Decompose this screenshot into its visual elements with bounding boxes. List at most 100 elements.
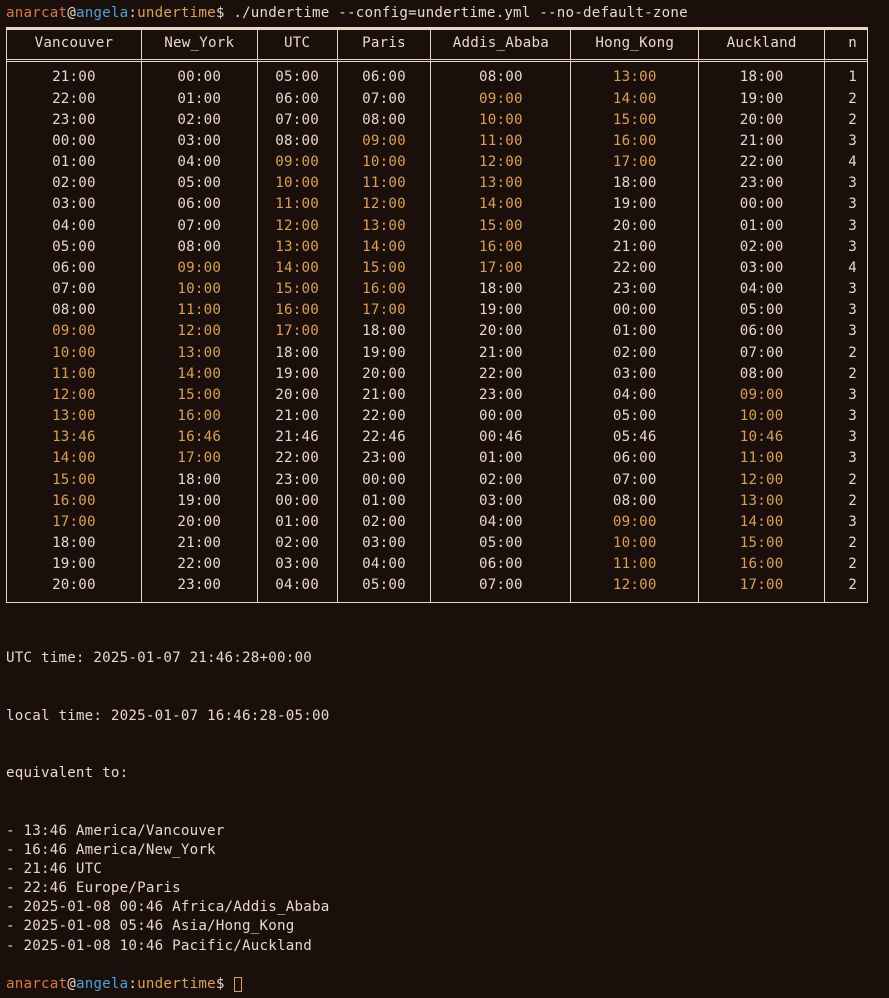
time-cell: 16:00: [338, 279, 432, 300]
col-header: UTC: [258, 28, 338, 62]
time-cell: 16:00: [699, 554, 825, 575]
time-cell: 05:00: [431, 533, 571, 554]
time-cell: 15:00: [338, 258, 432, 279]
time-cell: 05:00: [571, 406, 699, 427]
time-cell: 01:00: [571, 321, 699, 342]
col-header: Addis_Ababa: [431, 28, 571, 62]
count-cell: 3: [825, 321, 867, 342]
time-cell: 22:46: [338, 427, 432, 448]
time-cell: 00:00: [258, 491, 338, 512]
time-cell: 16:00: [7, 491, 142, 512]
time-cell: 04:00: [571, 385, 699, 406]
col-header: Hong_Kong: [571, 28, 699, 62]
time-cell: 09:00: [258, 152, 338, 173]
count-cell: 2: [825, 110, 867, 131]
time-cell: 20:00: [431, 321, 571, 342]
time-cell: 10:00: [431, 110, 571, 131]
time-cell: 04:00: [7, 216, 142, 237]
time-cell: 23:00: [258, 470, 338, 491]
table-row: 00:0003:0008:0009:0011:0016:0021:003: [7, 131, 867, 152]
time-cell: 00:00: [431, 406, 571, 427]
time-cell: 14:00: [338, 237, 432, 258]
prompt-dollar: $: [216, 5, 233, 21]
count-cell: 3: [825, 406, 867, 427]
table-row: 14:0017:0022:0023:0001:0006:0011:003: [7, 448, 867, 469]
count-cell: 4: [825, 258, 867, 279]
time-cell: 08:00: [338, 110, 432, 131]
table-row: 07:0010:0015:0016:0018:0023:0004:003: [7, 279, 867, 300]
equivalent-item: - 13:46 America/Vancouver: [6, 822, 883, 841]
prompt-host: angela: [76, 5, 128, 21]
time-cell: 17:00: [142, 448, 258, 469]
table-row: 19:0022:0003:0004:0006:0011:0016:002: [7, 554, 867, 575]
time-cell: 05:46: [571, 427, 699, 448]
count-cell: 2: [825, 554, 867, 575]
equivalent-item: - 2025-01-08 00:46 Africa/Addis_Ababa: [6, 898, 883, 917]
time-cell: 04:00: [338, 554, 432, 575]
table-row: 13:4616:4621:4622:4600:4605:4610:463: [7, 427, 867, 448]
output-footer: UTC time: 2025-01-07 21:46:28+00:00 loca…: [6, 611, 883, 975]
time-cell: 21:00: [258, 406, 338, 427]
prompt-at: @: [67, 5, 76, 21]
time-cell: 23:00: [7, 110, 142, 131]
time-cell: 17:00: [699, 575, 825, 601]
time-cell: 01:00: [7, 152, 142, 173]
time-cell: 07:00: [571, 470, 699, 491]
time-cell: 02:00: [258, 533, 338, 554]
count-cell: 3: [825, 216, 867, 237]
time-cell: 23:00: [431, 385, 571, 406]
time-cell: 01:00: [431, 448, 571, 469]
time-cell: 13:00: [142, 343, 258, 364]
time-cell: 10:00: [338, 152, 432, 173]
count-cell: 3: [825, 173, 867, 194]
table-row: 15:0018:0023:0000:0002:0007:0012:002: [7, 470, 867, 491]
time-cell: 22:00: [699, 152, 825, 173]
prompt-cwd: undertime: [137, 5, 216, 21]
time-cell: 22:00: [7, 89, 142, 110]
time-cell: 00:00: [571, 300, 699, 321]
time-cell: 10:00: [7, 343, 142, 364]
time-cell: 15:00: [142, 385, 258, 406]
time-cell: 01:00: [338, 491, 432, 512]
time-cell: 21:46: [258, 427, 338, 448]
col-header: Paris: [338, 28, 432, 62]
table-row: 10:0013:0018:0019:0021:0002:0007:002: [7, 343, 867, 364]
count-cell: 3: [825, 194, 867, 215]
time-cell: 16:00: [258, 300, 338, 321]
time-cell: 02:00: [431, 470, 571, 491]
col-header: n: [825, 28, 867, 62]
table-row: 09:0012:0017:0018:0020:0001:0006:003: [7, 321, 867, 342]
table-row: 17:0020:0001:0002:0004:0009:0014:003: [7, 512, 867, 533]
time-cell: 18:00: [7, 533, 142, 554]
table-row: 06:0009:0014:0015:0017:0022:0003:004: [7, 258, 867, 279]
time-cell: 21:00: [699, 131, 825, 152]
table-body: 21:0000:0005:0006:0008:0013:0018:00122:0…: [7, 62, 867, 601]
time-cell: 13:00: [699, 491, 825, 512]
time-cell: 03:00: [699, 258, 825, 279]
prompt-cwd: undertime: [137, 976, 216, 992]
shell-prompt-2[interactable]: anarcat@angela:undertime$: [6, 975, 883, 994]
time-cell: 03:00: [431, 491, 571, 512]
time-cell: 00:46: [431, 427, 571, 448]
local-time-line: local time: 2025-01-07 16:46:28-05:00: [6, 707, 883, 726]
time-cell: 06:00: [142, 194, 258, 215]
time-cell: 02:00: [338, 512, 432, 533]
time-cell: 19:00: [699, 89, 825, 110]
time-cell: 19:00: [7, 554, 142, 575]
time-cell: 12:00: [142, 321, 258, 342]
time-cell: 11:00: [7, 364, 142, 385]
time-cell: 11:00: [142, 300, 258, 321]
time-cell: 21:00: [571, 237, 699, 258]
time-cell: 14:00: [571, 89, 699, 110]
time-cell: 09:00: [7, 321, 142, 342]
count-cell: 3: [825, 512, 867, 533]
time-cell: 14:00: [142, 364, 258, 385]
time-cell: 07:00: [7, 279, 142, 300]
time-cell: 06:00: [571, 448, 699, 469]
equivalent-item: - 22:46 Europe/Paris: [6, 879, 883, 898]
time-cell: 18:00: [142, 470, 258, 491]
time-cell: 00:00: [142, 62, 258, 88]
col-header: New_York: [142, 28, 258, 62]
time-cell: 04:00: [699, 279, 825, 300]
table-row: 02:0005:0010:0011:0013:0018:0023:003: [7, 173, 867, 194]
